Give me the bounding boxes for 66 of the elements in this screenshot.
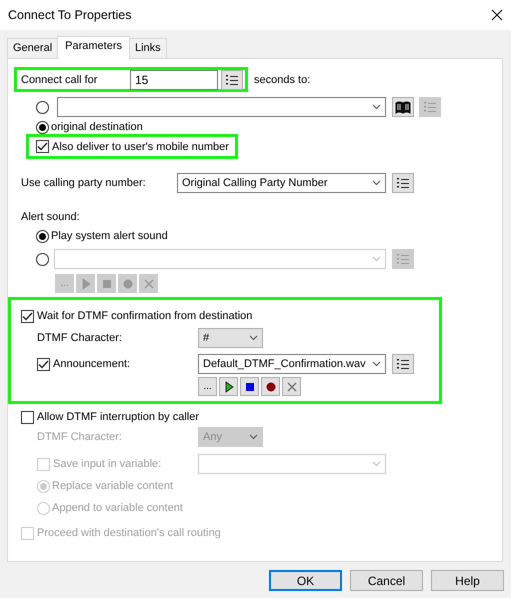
tab[interactable]: Links — [129, 38, 167, 58]
list-icon — [396, 253, 410, 265]
list-icon — [423, 101, 437, 113]
tab[interactable]: Parameters — [57, 36, 130, 59]
chevron-icon — [372, 256, 381, 262]
option-label: Alert sound: — [21, 210, 80, 224]
number-field[interactable]: 15 — [130, 70, 218, 90]
option-label: DTMF Character: — [37, 430, 123, 444]
dialog-button[interactable]: Help — [431, 570, 504, 591]
play-icon — [80, 278, 92, 290]
option-label: Save input in variable: — [53, 457, 162, 471]
radio-button[interactable] — [36, 252, 49, 266]
record-icon — [122, 278, 134, 290]
list-icon — [396, 177, 410, 189]
dialog-button[interactable]: OK — [269, 570, 342, 591]
radio-button[interactable] — [36, 120, 49, 134]
address-book-button[interactable] — [392, 97, 414, 117]
browse-button[interactable]: ... — [198, 377, 217, 396]
chevron-icon — [249, 434, 258, 440]
option-label: Use calling party number: — [21, 176, 147, 190]
list-icon — [225, 74, 239, 86]
chevron-icon — [372, 104, 381, 110]
play-button[interactable] — [219, 377, 238, 396]
tab[interactable]: General — [7, 38, 58, 58]
stop-icon — [244, 380, 256, 392]
option-label: seconds to: — [254, 72, 310, 86]
close-icon[interactable] — [491, 9, 503, 21]
record-button[interactable] — [261, 377, 280, 396]
window-title: Connect To Properties — [8, 8, 132, 22]
dropdown[interactable] — [57, 97, 386, 117]
option-label: original destination — [51, 120, 143, 134]
dialog-button[interactable]: Cancel — [350, 570, 423, 591]
dropdown[interactable]: # — [198, 328, 263, 348]
option-label: Wait for DTMF confirmation from destination — [37, 309, 252, 323]
dropdown[interactable]: Original Calling Party Number — [177, 173, 386, 193]
option-label: Allow DTMF interruption by caller — [37, 410, 199, 424]
chevron-icon — [372, 461, 381, 467]
play-icon — [222, 380, 234, 392]
chevron-icon — [372, 180, 381, 186]
option-label: Play system alert sound — [51, 229, 168, 243]
checkbox[interactable] — [37, 358, 50, 370]
chevron-icon — [372, 361, 381, 367]
option-label: DTMF Character: — [37, 331, 123, 345]
dropdown[interactable]: Default_DTMF_Confirmation.wav — [198, 354, 386, 374]
option-label: Also deliver to user's mobile number — [52, 140, 229, 154]
variable-button[interactable] — [221, 70, 243, 90]
delete-icon — [142, 278, 154, 290]
radio-button[interactable] — [36, 230, 49, 242]
delete-button[interactable] — [282, 377, 301, 396]
delete-icon — [286, 380, 298, 392]
variable-button[interactable] — [392, 354, 414, 374]
option-label: Proceed with destination's call routing — [37, 526, 221, 540]
option-label: Append to variable content — [52, 501, 183, 515]
checkbox[interactable] — [21, 310, 34, 322]
book-icon — [395, 100, 411, 114]
stop-icon — [100, 278, 112, 290]
variable-button[interactable] — [392, 173, 414, 193]
list-icon — [396, 358, 410, 370]
option-label: Replace variable content — [52, 479, 174, 493]
radio-button[interactable] — [36, 100, 49, 114]
option-label: Announcement: — [53, 357, 132, 371]
option-label: Connect call for — [20, 72, 98, 86]
record-icon — [264, 380, 276, 392]
chevron-icon — [249, 335, 258, 341]
checkbox[interactable] — [36, 140, 49, 153]
stop-button[interactable] — [240, 377, 259, 396]
